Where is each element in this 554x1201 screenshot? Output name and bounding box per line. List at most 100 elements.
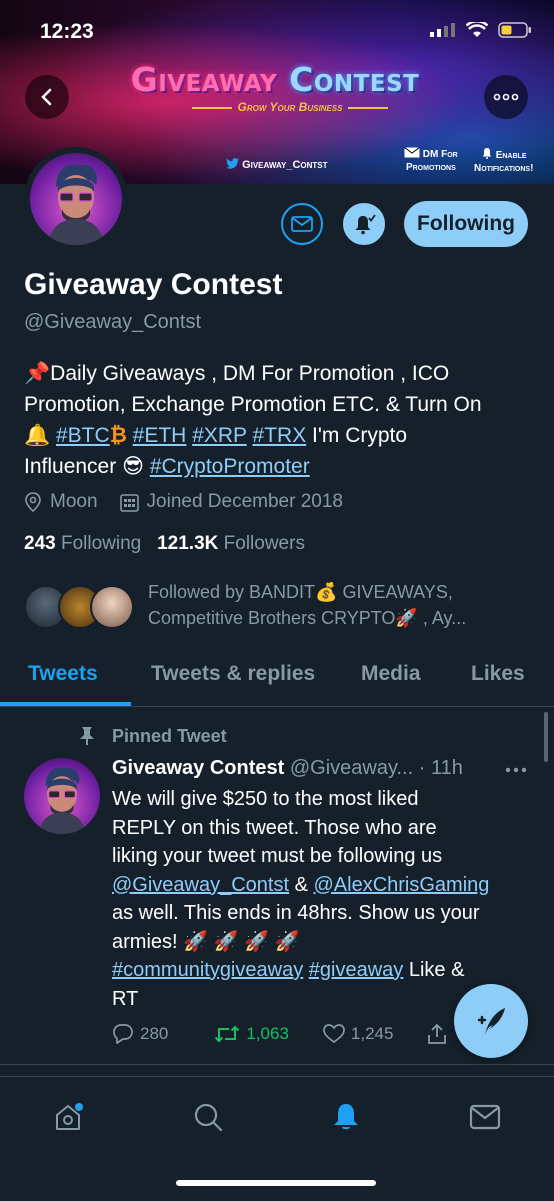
tab-likes[interactable]: Likes <box>471 662 525 686</box>
share-button[interactable] <box>427 1023 447 1045</box>
nav-search[interactable] <box>188 1097 228 1137</box>
envelope-icon <box>404 147 420 158</box>
notifications-toggle-button[interactable] <box>343 203 385 245</box>
tweet-author-name[interactable]: Giveaway Contest <box>112 757 284 779</box>
tweet-body: We will give $250 to the most liked REPL… <box>112 785 532 1013</box>
share-icon <box>428 1023 447 1044</box>
followers-count: 121.3K <box>157 533 219 554</box>
followed-by-line2: Competitive Brothers CRYPTO🚀 , Ay... <box>148 608 467 628</box>
retweet-icon <box>215 1025 240 1043</box>
pinned-label: Pinned Tweet <box>112 726 227 746</box>
profile-location: Moon <box>50 491 98 512</box>
status-icons <box>430 22 532 38</box>
following-label: Following <box>60 533 142 554</box>
tab-tweets-replies[interactable]: Tweets & replies <box>151 662 315 686</box>
avatar-portrait-icon <box>48 164 104 245</box>
hashtag-giveaway[interactable]: #giveaway <box>309 959 404 981</box>
mention-alexchrisgaming[interactable]: @AlexChrisGaming <box>314 874 490 896</box>
retweet-button[interactable]: 1,063 <box>214 1024 289 1044</box>
tab-media[interactable]: Media <box>361 662 421 686</box>
compose-icon <box>477 1008 505 1035</box>
bell-icon <box>355 214 376 235</box>
nav-notifications[interactable] <box>326 1097 366 1137</box>
bio-bell: 🔔 <box>24 424 51 447</box>
tweet-tail: Like & <box>403 959 465 981</box>
message-button[interactable] <box>281 203 323 245</box>
banner-twitter-handle: Giveaway_Contst <box>226 158 328 171</box>
profile-bio: 📌Daily Giveaways , DM For Promotion , IC… <box>24 358 524 482</box>
bio-line3-tail: I'm Crypto <box>306 424 408 447</box>
profile-tabs: Tweets Tweets & replies Media Likes <box>0 650 554 707</box>
tweet-header: Giveaway Contest @Giveaway... · 11h <box>112 757 463 780</box>
twitter-bird-icon <box>226 158 239 169</box>
following-count: 243 <box>24 533 56 554</box>
status-time: 12:23 <box>40 20 94 43</box>
followed-by-avatars[interactable] <box>24 585 134 629</box>
hashtag-btc[interactable]: #BTC <box>56 424 110 447</box>
reply-button[interactable]: 280 <box>112 1023 168 1045</box>
active-tab-indicator <box>0 702 131 706</box>
hashtag-communitygiveaway[interactable]: #communitygiveaway <box>112 959 303 981</box>
profile-handle: @Giveaway_Contst <box>24 311 202 333</box>
signal-icon <box>430 23 455 37</box>
followers-label: Followers <box>223 533 305 554</box>
tweet-line: armies! 🚀 🚀 🚀 🚀 <box>112 930 300 953</box>
banner-title-part1: Giveaway <box>130 60 278 99</box>
profile-joined: Joined December 2018 <box>146 491 343 512</box>
following-link[interactable]: 243 Following <box>24 533 141 554</box>
more-icon <box>493 93 519 101</box>
bell-small-icon <box>482 148 492 159</box>
banner-notif-line2: Notifications! <box>474 163 534 174</box>
banner-dm-line2: Promotions <box>405 162 456 173</box>
compose-tweet-button[interactable] <box>454 984 528 1058</box>
profile-counts: 243 Following 121.3K Followers <box>24 533 305 555</box>
avatar-portrait-icon <box>38 767 86 834</box>
banner-notif-line1: Enable <box>495 150 527 161</box>
messages-icon <box>469 1104 501 1130</box>
battery-icon <box>498 22 531 38</box>
tab-tweets[interactable]: Tweets <box>28 662 98 686</box>
nav-home[interactable] <box>48 1097 88 1137</box>
tweet-author-avatar[interactable] <box>24 758 100 834</box>
btc-symbol: ₿ <box>109 424 127 447</box>
back-button[interactable] <box>25 75 69 119</box>
like-icon <box>323 1024 345 1044</box>
bio-cool-emoji: 😎 <box>122 455 144 478</box>
following-button[interactable]: Following <box>404 201 528 247</box>
mail-icon <box>291 216 313 232</box>
home-icon <box>56 1103 83 1130</box>
back-arrow-icon <box>41 88 52 106</box>
hashtag-cryptopromoter[interactable]: #CryptoPromoter <box>150 455 310 478</box>
hashtag-trx[interactable]: #TRX <box>253 424 307 447</box>
tweet-more-button[interactable] <box>505 760 527 778</box>
wifi-icon <box>466 22 488 37</box>
hashtag-xrp[interactable]: #XRP <box>192 424 246 447</box>
reply-icon <box>113 1024 133 1044</box>
tweet-line: liking your tweet must be following us <box>112 845 443 867</box>
banner-title-part2: Contest <box>289 60 420 99</box>
bio-line2: Promotion, Exchange Promotion ETC. & Tur… <box>24 393 482 416</box>
like-button[interactable]: 1,245 <box>323 1024 393 1044</box>
tweet-line: REPLY on this tweet. Those who are <box>112 816 437 839</box>
tweet-divider <box>0 1064 554 1065</box>
tweet-amp: & <box>289 873 314 896</box>
tweet-actions: 280 1,063 1,245 <box>112 1023 447 1045</box>
tweet-author-handle: @Giveaway... <box>289 757 414 779</box>
bio-line1: 📌Daily Giveaways , DM For Promotion , IC… <box>24 362 450 385</box>
nav-messages[interactable] <box>465 1097 505 1137</box>
banner-twitter-text: Giveaway_Contst <box>242 159 328 171</box>
scrollbar[interactable] <box>544 712 548 762</box>
pin-icon <box>80 727 94 745</box>
followers-link[interactable]: 121.3K Followers <box>157 533 305 554</box>
calendar-icon <box>119 493 139 512</box>
profile-avatar[interactable] <box>24 147 128 251</box>
mention-giveaway-contst[interactable]: @Giveaway_Contst <box>112 874 289 896</box>
profile-meta: Moon Joined December 2018 <box>24 491 343 513</box>
tweet-time: · 11h <box>418 757 463 779</box>
hashtag-eth[interactable]: #ETH <box>133 424 187 447</box>
more-button[interactable] <box>484 75 528 119</box>
banner-dm-line1: DM For <box>422 149 458 160</box>
retweet-count: 1,063 <box>246 1024 289 1043</box>
followed-by-text[interactable]: Followed by BANDIT💰 GIVEAWAYS, Competiti… <box>148 579 518 631</box>
banner-dm-info: DM For Promotions <box>404 147 458 174</box>
